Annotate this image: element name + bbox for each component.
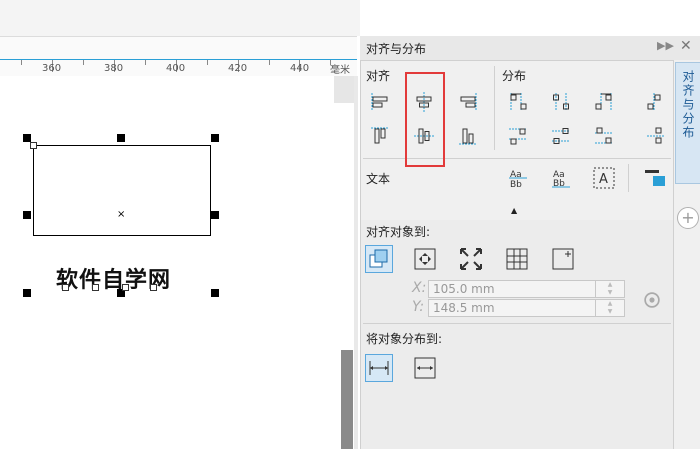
text-node[interactable] (62, 284, 69, 291)
ruler-tick (83, 60, 84, 65)
align-to-page-center-icon[interactable] (459, 247, 483, 271)
ruler-label: 360 (42, 63, 62, 74)
ruler-label: 400 (166, 63, 186, 74)
distribute-left-icon[interactable] (506, 90, 530, 114)
distribute-section-label: 分布 (502, 69, 527, 83)
ruler-tick (207, 60, 208, 65)
ruler-tick (269, 60, 270, 65)
x-coordinate-field[interactable]: 105.0 mm (428, 280, 596, 298)
distribute-to-page-icon[interactable] (413, 356, 437, 380)
vertical-scrollbar-thumb[interactable] (341, 350, 353, 449)
ruler-unit: 毫米 (330, 65, 350, 76)
distribute-spacing-vertical-icon[interactable] (644, 124, 668, 148)
corner-node[interactable] (30, 142, 37, 149)
section-divider (363, 323, 671, 324)
docker-side-tab-label: 对齐与分布 (681, 70, 695, 140)
distribute-spacing-horizontal-icon[interactable] (644, 90, 668, 114)
center-marker: × (117, 209, 126, 220)
ruler-tick (145, 60, 146, 65)
vertical-scroll-track[interactable] (354, 76, 358, 449)
distribute-vertical-center-icon[interactable] (549, 124, 573, 148)
distribute-right-icon[interactable] (592, 90, 616, 114)
align-to-label: 对齐对象到: (366, 225, 431, 239)
text-first-baseline-icon[interactable]: Aa Bb (506, 166, 530, 190)
distribute-to-label: 将对象分布到: (366, 332, 443, 346)
text-section-label: 文本 (366, 172, 391, 186)
align-top-icon[interactable] (368, 124, 392, 148)
align-to-active-objects-button[interactable] (365, 245, 393, 273)
selection-handle[interactable] (211, 134, 219, 142)
ruler-label: 420 (228, 63, 248, 74)
ruler-corner (334, 76, 356, 103)
ruler-label: 440 (290, 63, 310, 74)
ruler-label: 380 (104, 63, 124, 74)
align-to-grid-icon[interactable] (505, 247, 529, 271)
text-node[interactable] (150, 284, 157, 291)
distribute-horizontal-center-icon[interactable] (549, 90, 573, 114)
ruler-tick (21, 60, 22, 65)
text-node[interactable] (122, 284, 129, 291)
text-bounding-box-icon[interactable]: A (592, 166, 616, 190)
section-divider (628, 164, 629, 192)
align-to-specified-point-icon[interactable] (551, 247, 575, 271)
y-coordinate-field[interactable]: 148.5 mm (428, 299, 596, 317)
selection-handle[interactable] (211, 289, 219, 297)
x-coordinate-label: X: (412, 280, 427, 296)
outline-bounding-icon[interactable] (643, 166, 667, 190)
y-coordinate-spinner[interactable]: ▲ ▼ (595, 299, 625, 317)
collapse-arrow-icon[interactable]: ▲ (511, 206, 517, 215)
selection-handle[interactable] (211, 211, 219, 219)
selection-handle[interactable] (117, 134, 125, 142)
align-right-icon[interactable] (456, 90, 480, 114)
rectangle-object[interactable] (33, 145, 211, 236)
distribute-bottom-icon[interactable] (592, 124, 616, 148)
distribute-top-icon[interactable] (506, 124, 530, 148)
align-left-icon[interactable] (368, 90, 392, 114)
align-bottom-icon[interactable] (456, 124, 480, 148)
svg-text:A: A (599, 172, 608, 187)
expand-icon[interactable]: ▶▶ (657, 39, 674, 52)
section-divider (494, 66, 495, 150)
horizontal-ruler[interactable]: 360 380 400 420 440 毫米 (0, 36, 357, 77)
docker-title: 对齐与分布 (366, 42, 427, 56)
svg-text:Bb: Bb (510, 180, 522, 190)
text-node[interactable] (92, 284, 99, 291)
target-point-icon[interactable] (640, 288, 660, 308)
align-to-page-edge-icon[interactable] (413, 247, 437, 271)
text-last-baseline-icon[interactable]: Aa Bb (549, 166, 573, 190)
x-coordinate-spinner[interactable]: ▲ ▼ (595, 280, 625, 298)
align-section-label: 对齐 (366, 69, 391, 83)
selection-handle[interactable] (23, 211, 31, 219)
ruler-guide-line (0, 59, 357, 60)
selection-handle[interactable] (23, 289, 31, 297)
highlight-box (405, 72, 445, 167)
drawing-page[interactable] (0, 76, 356, 449)
close-icon[interactable]: ✕ (680, 38, 692, 54)
add-docker-icon[interactable]: + (677, 207, 699, 229)
top-toolbar-strip (0, 0, 360, 36)
selection-handle[interactable] (23, 134, 31, 142)
distribute-to-selection-button[interactable] (365, 354, 393, 382)
y-coordinate-label: Y: (412, 299, 425, 315)
